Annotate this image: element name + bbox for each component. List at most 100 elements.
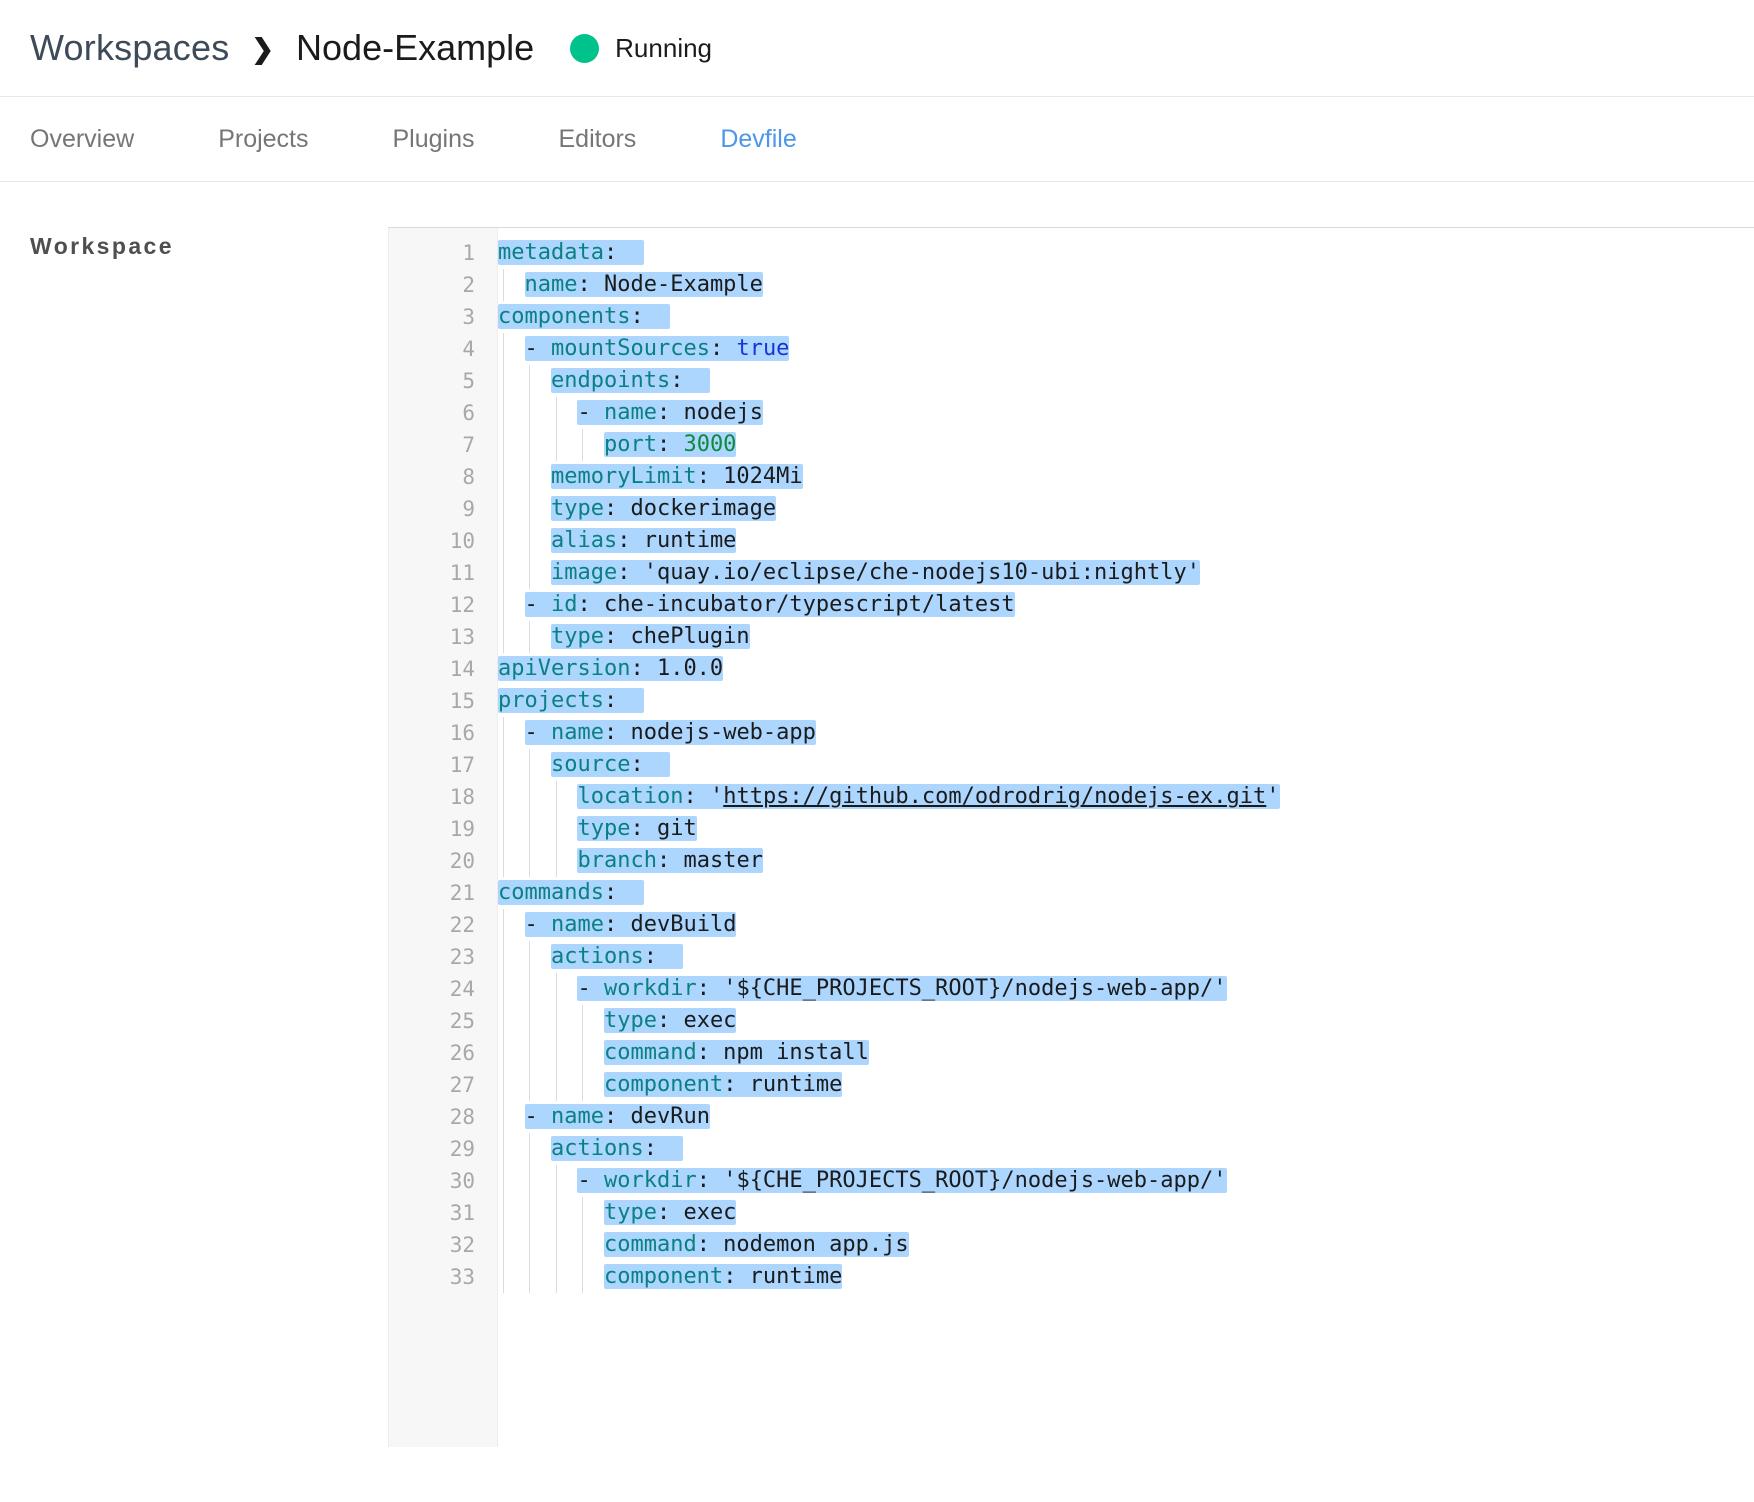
code-line[interactable]: endpoints: (498, 365, 1754, 397)
code-line[interactable]: actions: (498, 1133, 1754, 1165)
yaml-colon: : (656, 400, 671, 425)
code-line[interactable]: commands: (498, 877, 1754, 909)
yaml-dash: - (524, 1104, 551, 1129)
yaml-colon: : (603, 1104, 618, 1129)
status-dot-icon (570, 33, 600, 63)
yaml-key: type (550, 496, 604, 521)
tab-plugins[interactable]: Plugins (393, 125, 475, 154)
yaml-value: true (723, 336, 790, 361)
line-number: 21 (449, 881, 475, 905)
line-number: 16 (449, 721, 475, 745)
code-line[interactable]: - name: nodejs-web-app (498, 717, 1754, 749)
code-line[interactable]: component: runtime (498, 1261, 1754, 1293)
yaml-colon: : (603, 880, 618, 905)
tab-projects[interactable]: Projects (218, 125, 308, 154)
yaml-key: component (603, 1072, 724, 1097)
code-line[interactable]: alias: runtime (498, 525, 1754, 557)
code-selection: projects: (498, 688, 644, 713)
yaml-dash: - (524, 592, 551, 617)
yaml-key: commands (498, 880, 604, 905)
code-selection: - id: che-incubator/typescript/latest (524, 592, 1015, 617)
yaml-colon: : (696, 1040, 710, 1065)
status-badge: Running (570, 33, 712, 64)
yaml-value: devBuild (617, 912, 737, 937)
code-line[interactable]: command: nodemon app.js (498, 1229, 1754, 1261)
code-line[interactable]: name: Node-Example (498, 269, 1754, 301)
line-number: 26 (449, 1041, 475, 1065)
yaml-value: dockerimage (617, 496, 777, 521)
code-line[interactable]: branch: master (498, 845, 1754, 877)
tab-devfile[interactable]: Devfile (720, 125, 796, 154)
code-line[interactable]: components: (498, 301, 1754, 333)
code-line[interactable]: - name: devBuild (498, 909, 1754, 941)
yaml-colon: : (617, 528, 631, 553)
code-line[interactable]: source: (498, 749, 1754, 781)
code-selection: type: exec (603, 1008, 737, 1033)
yaml-colon: : (630, 752, 644, 777)
code-selection: command: npm install (603, 1040, 869, 1065)
yaml-colon: : (696, 976, 710, 1001)
yaml-key: workdir (603, 1168, 697, 1193)
code-line[interactable]: type: chePlugin (498, 621, 1754, 653)
code-line[interactable]: - workdir: '${CHE_PROJECTS_ROOT}/nodejs-… (498, 973, 1754, 1005)
yaml-key: type (603, 1008, 657, 1033)
devfile-editor[interactable]: 1 2 3 4 5 6 7 8 9 10 11 12 13 14 15 16 17 18 19 20 21 22 23 24 2… (388, 227, 1754, 1447)
code-line[interactable]: - name: nodejs (498, 397, 1754, 429)
tab-editors[interactable]: Editors (559, 125, 637, 154)
yaml-colon: : (630, 304, 644, 329)
yaml-colon: : (696, 1168, 710, 1193)
code-line[interactable]: location: 'https://github.com/odrodrig/n… (498, 781, 1754, 813)
code-selection: - name: devBuild (524, 912, 737, 937)
code-line[interactable]: port: 3000 (498, 429, 1754, 461)
code-line[interactable]: - mountSources: true (498, 333, 1754, 365)
yaml-key: name (524, 272, 578, 297)
yaml-dash: - (577, 400, 604, 425)
code-line[interactable]: actions: (498, 941, 1754, 973)
yaml-key: mountSources (551, 336, 710, 361)
line-number: 29 (449, 1137, 475, 1161)
yaml-value: devRun (617, 1104, 710, 1129)
code-line[interactable]: type: dockerimage (498, 493, 1754, 525)
yaml-value: Node-Example (590, 272, 763, 297)
line-number: 2 (462, 273, 475, 297)
quote: ' (696, 784, 724, 809)
yaml-key: command (603, 1040, 697, 1065)
code-line[interactable]: command: npm install (498, 1037, 1754, 1069)
code-selection: type: chePlugin (550, 624, 750, 649)
code-line[interactable]: projects: (498, 685, 1754, 717)
code-line[interactable]: type: git (498, 813, 1754, 845)
code-line[interactable]: component: runtime (498, 1069, 1754, 1101)
editor-code-area[interactable]: metadata: name: Node-Example components: … (498, 228, 1754, 1447)
yaml-key: actions (550, 1136, 644, 1161)
code-line[interactable]: memoryLimit: 1024Mi (498, 461, 1754, 493)
code-line[interactable]: image: 'quay.io/eclipse/che-nodejs10-ubi… (498, 557, 1754, 589)
code-line[interactable]: metadata: (498, 237, 1754, 269)
line-number: 25 (449, 1009, 475, 1033)
yaml-key: port (603, 432, 657, 457)
code-line[interactable]: type: exec (498, 1005, 1754, 1037)
chevron-right-icon: ❯ (251, 33, 275, 64)
code-line[interactable]: - name: devRun (498, 1101, 1754, 1133)
devfile-content: Workspace 1 2 3 4 5 6 7 8 9 10 11 12 13 14 15 16 17 18 19 2… (0, 182, 1754, 1447)
yaml-key: type (577, 816, 631, 841)
code-line[interactable]: apiVersion: 1.0.0 (498, 653, 1754, 685)
code-selection: actions: (550, 944, 684, 969)
code-line[interactable]: - id: che-incubator/typescript/latest (498, 589, 1754, 621)
code-line[interactable]: - workdir: '${CHE_PROJECTS_ROOT}/nodejs-… (498, 1165, 1754, 1197)
tab-overview[interactable]: Overview (30, 125, 134, 154)
yaml-key: type (550, 624, 604, 649)
line-number: 22 (449, 913, 475, 937)
yaml-value-link[interactable]: https://github.com/odrodrig/nodejs-ex.gi… (723, 784, 1266, 809)
breadcrumb-workspaces-link[interactable]: Workspaces (30, 27, 229, 69)
line-number: 28 (449, 1105, 475, 1129)
code-selection: - name: devRun (524, 1104, 710, 1129)
code-line[interactable]: type: exec (498, 1197, 1754, 1229)
